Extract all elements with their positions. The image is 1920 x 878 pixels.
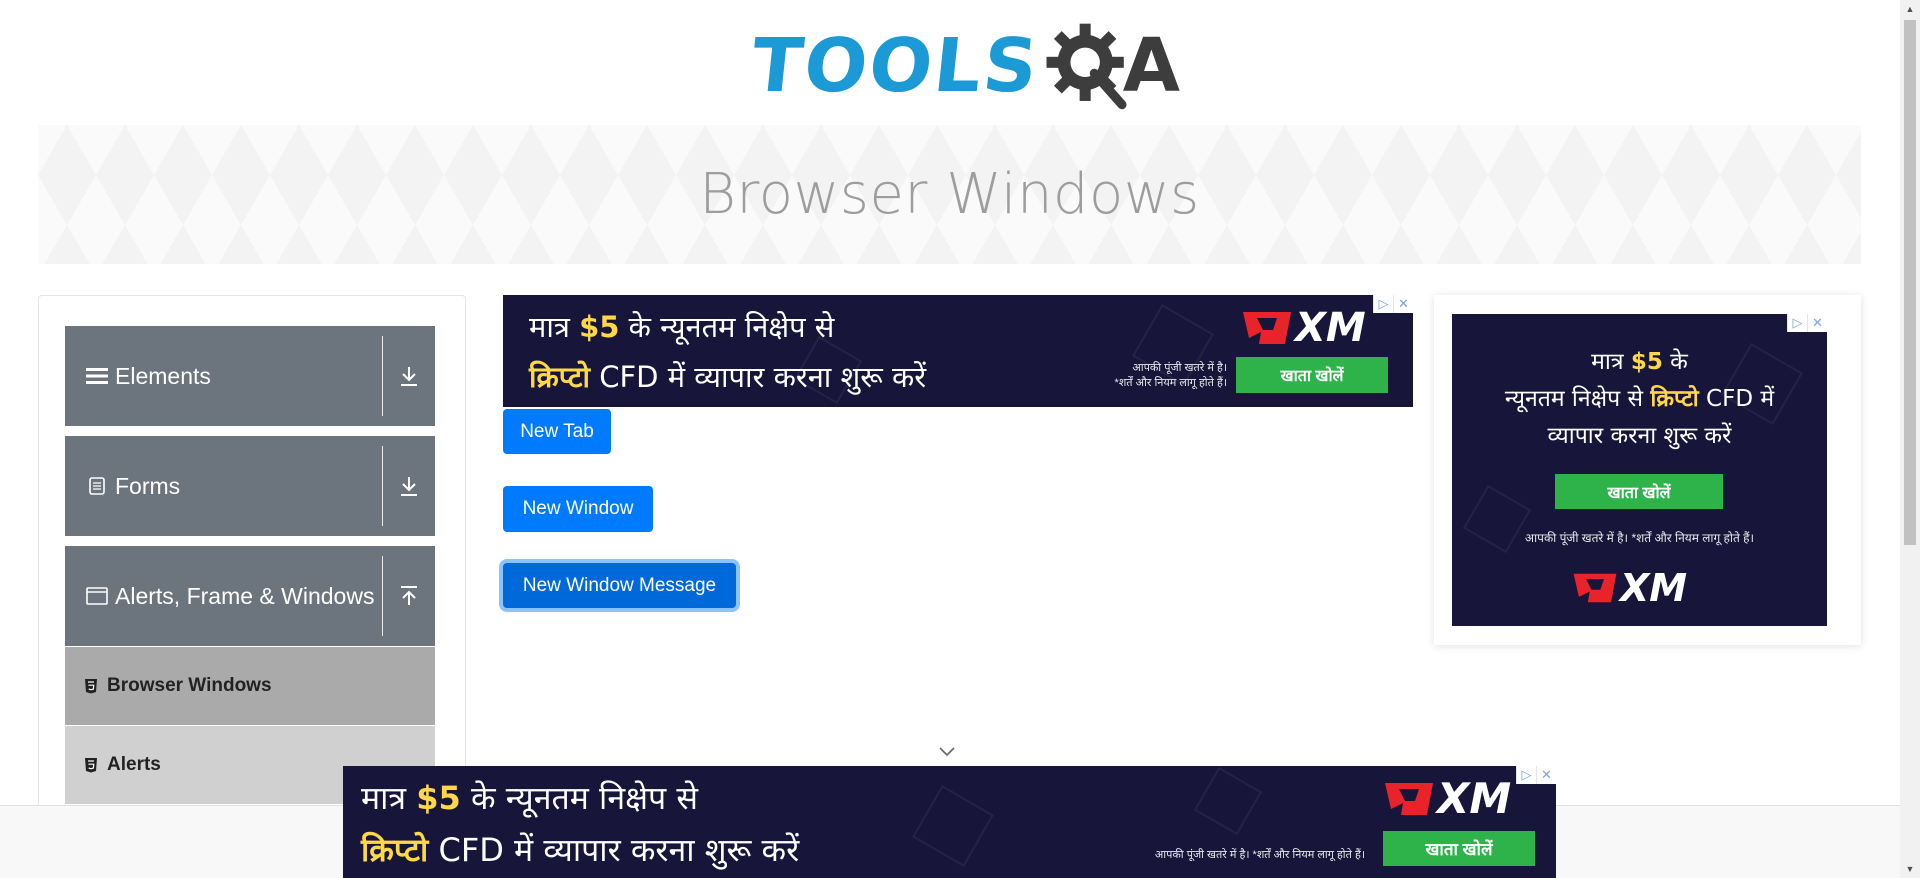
ad-disclaimer: आपकी पूंजी खतरे में है। *शर्तें और नियम …	[1063, 361, 1227, 391]
xm-bull-icon	[1385, 782, 1433, 815]
window-icon	[85, 587, 109, 605]
ad-text: CFD में	[1698, 386, 1775, 412]
sidebar-group-label: Forms	[115, 472, 181, 499]
sidebar-group-elements[interactable]: Elements	[65, 326, 435, 426]
scroll-down-arrow-icon[interactable]: ▼	[1900, 860, 1920, 878]
ad-text: CFD में व्यापार करना शुरू करें	[428, 831, 800, 869]
ad-controls: ▷ ✕	[1787, 314, 1827, 332]
side-ad-headline: मात्र $5 के न्यूनतम निक्षेप से क्रिप्टो …	[1452, 344, 1827, 455]
xm-logo: XM	[1239, 305, 1366, 351]
new-tab-button[interactable]: New Tab	[503, 409, 611, 454]
page: TOOLS A Browser Windows Elements Forms A…	[0, 0, 1920, 878]
adchoices-icon[interactable]: ▷	[1373, 295, 1393, 313]
gear-icon	[1046, 23, 1127, 110]
ad-controls: ▷ ✕	[1373, 295, 1413, 313]
sidebar-group-label: Alerts, Frame & Windows	[115, 582, 375, 609]
new-window-button[interactable]: New Window	[503, 486, 653, 532]
bottom-sticky-ad[interactable]: ▷ ✕ मात्र $5 के न्यूनतम निक्षेप से क्रिप…	[343, 766, 1556, 878]
ad-amount: $5	[579, 310, 620, 344]
xm-bull-icon	[1573, 573, 1617, 603]
ad-highlight: क्रिप्टो	[1650, 386, 1699, 412]
document-icon	[85, 477, 109, 495]
adchoices-icon[interactable]: ▷	[1516, 766, 1536, 784]
ad-cta-button[interactable]: खाता खोलें	[1383, 831, 1535, 866]
logo-text-a: A	[1122, 23, 1181, 109]
ad-line: न्यूनतम निक्षेप से क्रिप्टो CFD में	[1452, 381, 1827, 418]
ad-headline: मात्र $5 के न्यूनतम निक्षेप से	[361, 776, 698, 819]
logo-text-tools: TOOLS	[747, 23, 1044, 109]
ad-amount: $5	[1630, 349, 1663, 375]
html5-icon	[85, 758, 97, 773]
close-icon[interactable]: ✕	[1807, 314, 1827, 332]
close-icon[interactable]: ✕	[1393, 295, 1413, 313]
close-icon[interactable]: ✕	[1536, 766, 1556, 784]
ad-text: मात्र	[1591, 349, 1631, 375]
sidebar-item-label: Browser Windows	[107, 675, 272, 696]
ad-text: के न्यूनतम निक्षेप से	[619, 310, 835, 344]
xm-brand: XM	[1295, 305, 1366, 351]
vertical-scrollbar[interactable]: ▲ ▼	[1900, 0, 1920, 878]
right-ad-panel: ▷ ✕ मात्र $5 के न्यूनतम निक्षेप से क्रिप…	[1434, 295, 1861, 645]
scroll-up-arrow-icon[interactable]: ▲	[1900, 0, 1920, 18]
ad-text: मात्र	[529, 310, 580, 344]
ad-highlight: क्रिप्टो	[361, 831, 429, 869]
ad-cta-button[interactable]: खाता खोलें	[1236, 357, 1388, 393]
side-ad-banner[interactable]: ▷ ✕ मात्र $5 के न्यूनतम निक्षेप से क्रिप…	[1452, 314, 1827, 626]
sidebar-item-browser-windows[interactable]: Browser Windows	[65, 647, 435, 725]
ad-subline: क्रिप्टो CFD में व्यापार करना शुरू करें	[361, 828, 799, 871]
page-title: Browser Windows	[699, 162, 1200, 227]
ad-line: मात्र $5 के	[1452, 344, 1827, 381]
ad-cta-button[interactable]: खाता खोलें	[1555, 474, 1723, 509]
ad-text: मात्र	[361, 779, 417, 817]
expand-arrow-icon[interactable]	[383, 475, 435, 497]
xm-logo: XM	[1570, 566, 1687, 610]
ad-highlight: क्रिप्टो	[529, 360, 590, 394]
sidebar-group-label: Elements	[115, 362, 211, 389]
ad-decor	[1193, 766, 1263, 836]
chevron-down-icon[interactable]	[938, 746, 956, 758]
ad-disclaimer-line: *शर्तें और नियम लागू होते हैं।	[1114, 377, 1227, 389]
xm-brand: XM	[1437, 774, 1512, 823]
ad-disclaimer: आपकी पूंजी खतरे में है। *शर्तें और नियम …	[1154, 849, 1365, 861]
adchoices-icon[interactable]: ▷	[1787, 314, 1807, 332]
scrollbar-thumb[interactable]	[1904, 20, 1916, 545]
html5-icon	[85, 679, 97, 694]
ad-text: के	[1662, 349, 1688, 375]
ad-text: CFD में व्यापार करना शुरू करें	[590, 360, 927, 394]
ad-line: व्यापार करना शुरू करें	[1547, 423, 1732, 449]
xm-bull-icon	[1243, 312, 1291, 344]
ad-controls: ▷ ✕	[1516, 766, 1556, 784]
expand-arrow-icon[interactable]	[383, 365, 435, 387]
sidebar-group-alerts-frame-windows[interactable]: Alerts, Frame & Windows	[65, 546, 435, 646]
ad-text: के न्यूनतम निक्षेप से	[460, 779, 698, 817]
ad-disclaimer: आपकी पूंजी खतरे में है। *शर्तें और नियम …	[1524, 531, 1755, 545]
new-window-message-button[interactable]: New Window Message	[503, 563, 736, 608]
ad-subline: क्रिप्टो CFD में व्यापार करना शुरू करें	[529, 357, 926, 396]
ad-decor	[912, 785, 994, 867]
ad-text: न्यूनतम निक्षेप से	[1504, 386, 1651, 412]
xm-brand: XM	[1620, 566, 1688, 610]
page-banner: Browser Windows	[38, 125, 1861, 264]
ad-disclaimer-line: आपकी पूंजी खतरे में है।	[1132, 362, 1227, 374]
xm-logo: XM	[1381, 774, 1511, 823]
toolsqa-logo[interactable]: TOOLS A	[747, 18, 1181, 114]
ad-headline: मात्र $5 के न्यूनतम निक्षेप से	[529, 307, 834, 346]
sidebar-group-forms[interactable]: Forms	[65, 436, 435, 536]
top-ad-banner[interactable]: ▷ ✕ मात्र $5 के न्यूनतम निक्षेप से क्रिप…	[503, 295, 1413, 407]
sidebar-item-label: Alerts	[107, 754, 161, 775]
hamburger-icon	[85, 367, 109, 385]
collapse-arrow-icon[interactable]	[383, 585, 435, 607]
ad-amount: $5	[416, 779, 461, 817]
